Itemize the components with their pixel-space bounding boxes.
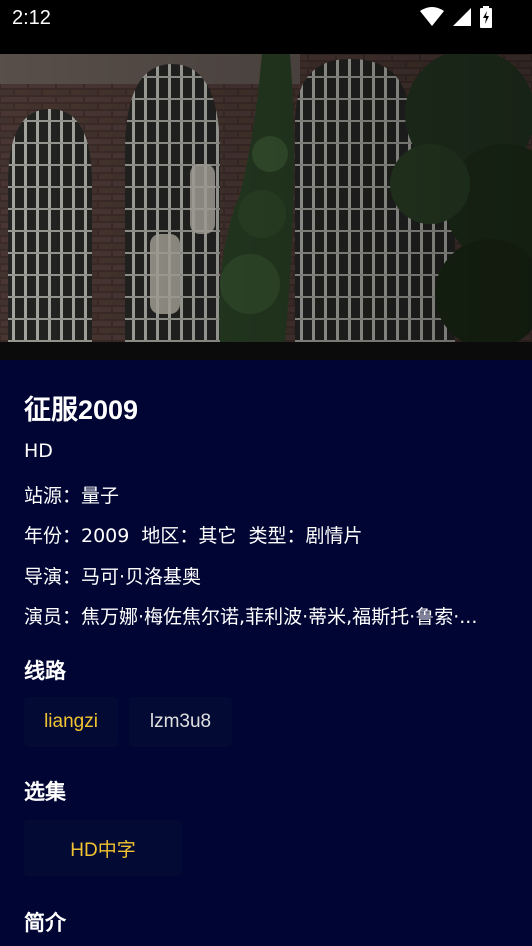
episode-chip-hd[interactable]: HD中字 [24, 820, 182, 876]
movie-title: 征服2009 [24, 395, 139, 425]
status-time: 2:12 [12, 7, 51, 29]
info-line: 年份：2009 地区：其它 类型：剧情片 [24, 525, 363, 547]
quality-label: HD [24, 440, 53, 462]
director-line: 导演：马可·贝洛基奥 [24, 566, 202, 588]
status-bar: 2:12 [0, 0, 532, 54]
wifi-icon [420, 7, 444, 31]
details-panel: 征服2009 HD 站源：量子 年份：2009 地区：其它 类型：剧情片 导演：… [0, 360, 532, 946]
episodes-heading: 选集 [24, 780, 66, 804]
routes-heading: 线路 [24, 659, 66, 683]
route-chip-lzm3u8[interactable]: lzm3u8 [129, 697, 232, 747]
status-icons [420, 6, 492, 32]
video-frame [0, 54, 532, 360]
battery-charging-icon [480, 6, 492, 32]
video-player[interactable] [0, 54, 532, 360]
source-line: 站源：量子 [24, 485, 120, 507]
signal-icon [452, 7, 472, 31]
route-chip-liangzi[interactable]: liangzi [24, 697, 118, 747]
cast-line: 演员：焦万娜·梅佐焦尔诺,菲利波·蒂米,福斯托·鲁索·... [24, 606, 478, 628]
intro-heading: 简介 [24, 911, 66, 935]
